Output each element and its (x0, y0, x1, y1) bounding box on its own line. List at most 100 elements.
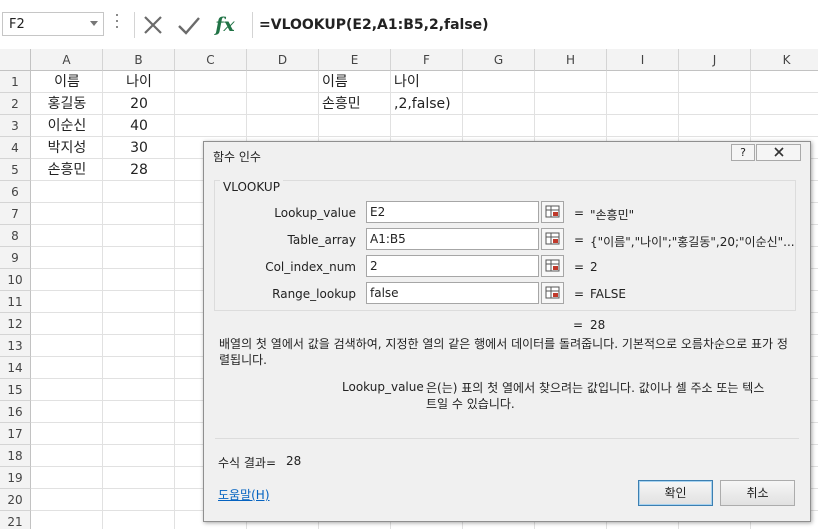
enter-formula-button[interactable] (176, 12, 202, 38)
range-select-icon (545, 232, 560, 245)
collapse-dialog-button[interactable] (541, 228, 564, 250)
collapse-dialog-button[interactable] (541, 201, 564, 223)
cell-a4[interactable]: 박지성 (31, 137, 103, 159)
collapse-dialog-button[interactable] (541, 282, 564, 304)
help-question-button[interactable]: ? (731, 144, 755, 161)
row-header-9[interactable]: 9 (0, 247, 31, 269)
formula-result-value: 28 (286, 454, 302, 468)
row-header-1[interactable]: 1 (0, 71, 31, 93)
select-all-corner[interactable] (0, 49, 31, 71)
column-header-g[interactable]: G (463, 49, 535, 71)
row-header-15[interactable]: 15 (0, 379, 31, 401)
col-index-num-input[interactable]: 2 (366, 255, 539, 277)
column-header-e[interactable]: E (319, 49, 391, 71)
range-select-icon (545, 259, 560, 272)
column-header-b[interactable]: B (103, 49, 175, 71)
arg-label-range-lookup: Range_lookup (272, 287, 356, 301)
row-header-2[interactable]: 2 (0, 93, 31, 115)
arg-value-range-lookup: FALSE (590, 287, 626, 301)
close-icon (144, 16, 162, 34)
function-description: 배열의 첫 열에서 값을 검색하여, 지정한 열의 같은 행에서 데이터를 돌려… (219, 337, 788, 367)
cell-b2[interactable]: 20 (103, 93, 175, 115)
collapse-dialog-button[interactable] (541, 255, 564, 277)
cell-e2[interactable]: 손흥민 (322, 93, 391, 115)
check-icon (178, 17, 200, 35)
divider (215, 438, 799, 439)
help-link[interactable]: 도움말(H) (218, 486, 270, 503)
formula-bar: F2 fx =VLOOKUP(E2,A1:B5,2,false) (0, 0, 818, 50)
name-box-value: F2 (9, 17, 25, 32)
arg-label-col-index-num: Col_index_num (265, 260, 356, 274)
chevron-down-icon[interactable] (90, 21, 98, 26)
arg-value-table-array: {"이름","나이";"홍길동",20;"이순신"... (590, 235, 795, 249)
arg-description-text: 은(는) 표의 첫 열에서 찾으려는 값입니다. 값이나 셀 주소 또는 텍스트… (426, 381, 765, 411)
row-header-21[interactable]: 21 (0, 511, 31, 529)
arg-description-name: Lookup_value (342, 380, 424, 394)
row-header-13[interactable]: 13 (0, 335, 31, 357)
arg-value-lookup-value: "손흥민" (590, 208, 635, 222)
column-header-f[interactable]: F (391, 49, 463, 71)
row-header-17[interactable]: 17 (0, 423, 31, 445)
column-header-d[interactable]: D (247, 49, 319, 71)
equals-sign: = (574, 233, 585, 247)
row-header-11[interactable]: 11 (0, 291, 31, 313)
row-header-4[interactable]: 4 (0, 137, 31, 159)
dialog-title: 함수 인수 (213, 150, 261, 164)
row-header-8[interactable]: 8 (0, 225, 31, 247)
row-header-20[interactable]: 20 (0, 489, 31, 511)
column-header-a[interactable]: A (31, 49, 103, 71)
name-box[interactable]: F2 (2, 12, 104, 36)
column-header-k[interactable]: K (751, 49, 818, 71)
cancel-formula-button[interactable] (140, 12, 166, 38)
cell-e1[interactable]: 이름 (322, 71, 391, 93)
lookup-value-input[interactable]: E2 (366, 201, 539, 223)
range-select-icon (545, 286, 560, 299)
equals-sign: = (574, 287, 585, 301)
close-icon (773, 147, 784, 157)
equals-sign: = (574, 206, 585, 220)
formula-input[interactable]: =VLOOKUP(E2,A1:B5,2,false) (252, 12, 812, 38)
cell-a5[interactable]: 손흥민 (31, 159, 103, 181)
result-value: 28 (590, 318, 606, 332)
formula-result-label: 수식 결과= (218, 456, 277, 470)
arg-value-col-index-num: 2 (590, 260, 598, 274)
arg-label-table-array: Table_array (287, 233, 357, 247)
ok-button[interactable]: 확인 (638, 480, 713, 506)
row-header-12[interactable]: 12 (0, 313, 31, 335)
table-array-input[interactable]: A1:B5 (366, 228, 539, 250)
row-header-18[interactable]: 18 (0, 445, 31, 467)
insert-function-button[interactable]: fx (212, 12, 238, 38)
function-name-label: VLOOKUP (220, 180, 283, 194)
cell-b4[interactable]: 30 (103, 137, 175, 159)
cancel-button[interactable]: 취소 (720, 480, 795, 506)
cell-b3[interactable]: 40 (103, 115, 175, 137)
cell-a2[interactable]: 홍길동 (31, 93, 103, 115)
row-header-7[interactable]: 7 (0, 203, 31, 225)
formula-bar-separator (134, 12, 135, 38)
close-button[interactable] (756, 144, 801, 161)
column-header-j[interactable]: J (679, 49, 751, 71)
cell-f1[interactable]: 나이 (394, 71, 463, 93)
function-arguments-dialog: 함수 인수 ? VLOOKUP Lookup_value E2 = "손흥민" … (203, 141, 811, 522)
row-header-5[interactable]: 5 (0, 159, 31, 181)
result-equals-sign: = (573, 318, 584, 332)
row-header-10[interactable]: 10 (0, 269, 31, 291)
arg-label-lookup-value: Lookup_value (274, 206, 356, 220)
equals-sign: = (574, 260, 585, 274)
cell-b5[interactable]: 28 (103, 159, 175, 181)
row-header-14[interactable]: 14 (0, 357, 31, 379)
range-select-icon (545, 205, 560, 218)
row-header-6[interactable]: 6 (0, 181, 31, 203)
column-header-i[interactable]: I (607, 49, 679, 71)
row-header-19[interactable]: 19 (0, 467, 31, 489)
column-header-h[interactable]: H (535, 49, 607, 71)
range-lookup-input[interactable]: false (366, 282, 539, 304)
row-header-3[interactable]: 3 (0, 115, 31, 137)
row-header-16[interactable]: 16 (0, 401, 31, 423)
cell-a3[interactable]: 이순신 (31, 115, 103, 137)
cell-b1[interactable]: 나이 (103, 71, 175, 93)
cell-f2[interactable]: ,2,false) (394, 93, 463, 115)
vertical-dots-icon (115, 14, 119, 34)
column-header-c[interactable]: C (175, 49, 247, 71)
cell-a1[interactable]: 이름 (31, 71, 103, 93)
